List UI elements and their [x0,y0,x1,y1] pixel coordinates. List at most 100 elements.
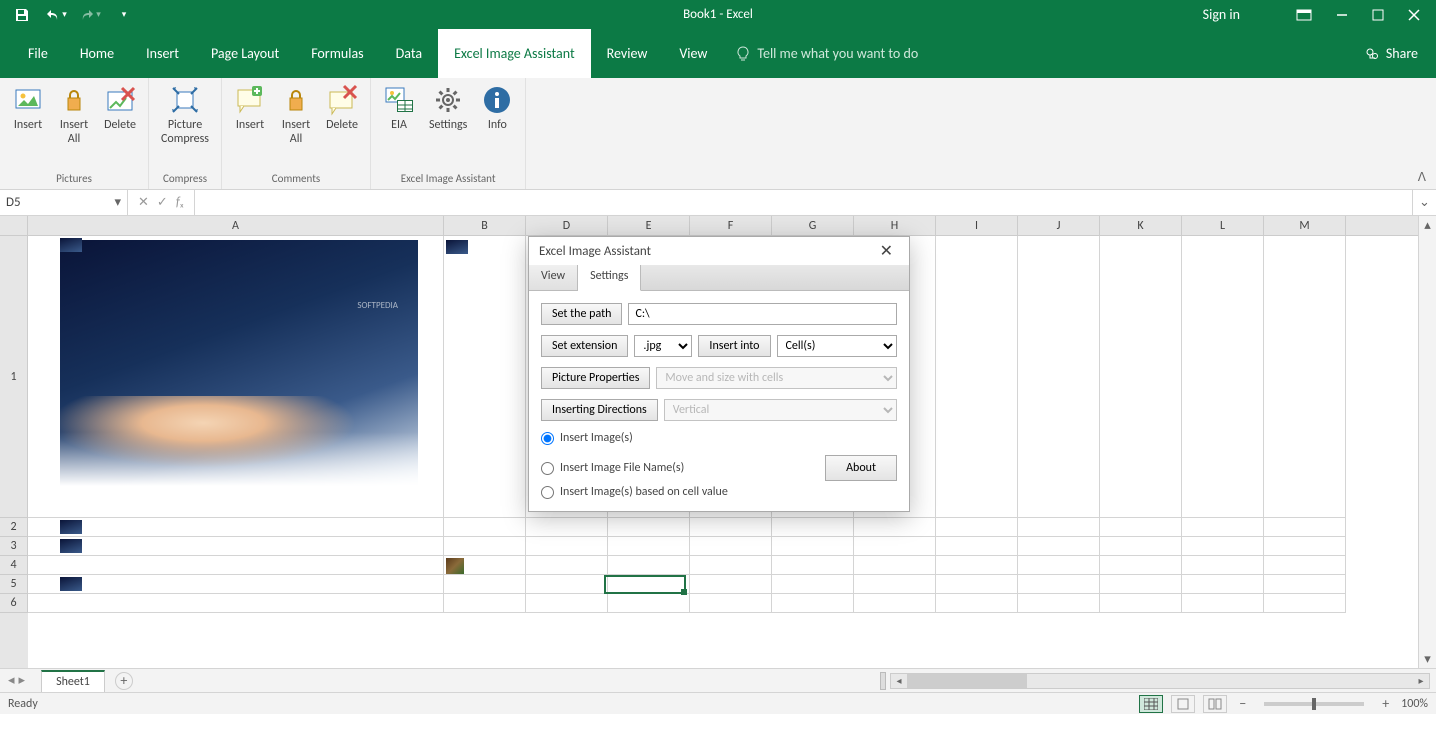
tab-scroll-split[interactable] [880,672,886,690]
cell[interactable] [28,537,444,556]
cell[interactable] [1018,537,1100,556]
vertical-scrollbar[interactable]: ▴ ▾ [1418,216,1436,668]
normal-view-button[interactable] [1139,695,1163,713]
insert-button[interactable]: Insert [6,82,50,148]
tell-me-search[interactable]: Tell me what you want to do [735,29,918,78]
collapse-ribbon-button[interactable]: ᐱ [1418,170,1426,185]
sign-in-link[interactable]: Sign in [1203,6,1240,23]
row-header-6[interactable]: 6 [0,594,28,613]
customize-qat-button[interactable]: ▾ [110,3,138,27]
row-header-5[interactable]: 5 [0,575,28,594]
insert-filenames-radio[interactable] [541,462,554,475]
name-box-dropdown-icon[interactable]: ▾ [114,195,121,210]
set-extension-button[interactable]: Set extension [541,335,628,357]
column-header-J[interactable]: J [1018,216,1100,235]
column-header-G[interactable]: G [772,216,854,235]
cell[interactable] [28,518,444,537]
cell[interactable] [1182,236,1264,518]
name-box[interactable]: D5 ▾ [0,190,128,215]
scroll-left-button[interactable]: ◂ [891,674,907,687]
embedded-image-large[interactable]: SOFTPEDIA [60,240,418,486]
eia-button[interactable]: EIA [377,82,421,134]
cell[interactable] [1018,518,1100,537]
cell[interactable] [936,537,1018,556]
tab-home[interactable]: Home [64,29,130,78]
cell[interactable] [1018,236,1100,518]
cell[interactable] [1100,537,1182,556]
cell[interactable] [444,575,526,594]
cell[interactable] [526,537,608,556]
close-button[interactable] [1408,9,1420,21]
cell[interactable] [608,556,690,575]
tab-insert[interactable]: Insert [130,29,195,78]
cell[interactable] [28,556,444,575]
undo-button[interactable]: ▾ [42,3,70,27]
cell[interactable] [444,537,526,556]
dialog-tab-settings[interactable]: Settings [578,265,641,291]
cell[interactable] [1182,594,1264,613]
cell[interactable] [1100,575,1182,594]
cell[interactable] [608,575,690,594]
cell[interactable] [608,594,690,613]
cell[interactable] [936,518,1018,537]
tab-data[interactable]: Data [380,29,438,78]
cell[interactable] [1100,236,1182,518]
cell[interactable] [690,556,772,575]
tab-excel-image-assistant[interactable]: Excel Image Assistant [438,29,591,78]
dialog-tab-view[interactable]: View [529,265,578,290]
cell[interactable] [608,537,690,556]
scroll-down-button[interactable]: ▾ [1419,650,1436,668]
embedded-thumbnail[interactable] [60,539,82,553]
zoom-level[interactable]: 100% [1401,697,1428,711]
about-button[interactable]: About [825,455,897,481]
cell[interactable] [936,594,1018,613]
settings-button[interactable]: Settings [423,82,473,134]
cell[interactable] [1018,575,1100,594]
zoom-in-button[interactable]: + [1378,695,1393,712]
select-all-button[interactable] [0,216,28,236]
cell[interactable] [444,594,526,613]
cell[interactable] [526,518,608,537]
insert-all-button[interactable]: InsertAll [274,82,318,148]
column-header-L[interactable]: L [1182,216,1264,235]
cell[interactable] [526,594,608,613]
dialog-close-button[interactable]: ✕ [874,239,899,263]
cell[interactable] [526,556,608,575]
zoom-out-button[interactable]: − [1235,695,1250,712]
cell[interactable] [936,575,1018,594]
column-header-A[interactable]: A [28,216,444,235]
enter-formula-button[interactable]: ✓ [157,195,168,210]
set-path-button[interactable]: Set the path [541,303,622,325]
row-header-3[interactable]: 3 [0,537,28,556]
column-header-H[interactable]: H [854,216,936,235]
cell[interactable] [1100,556,1182,575]
horizontal-scroll-thumb[interactable] [907,674,1027,688]
embedded-thumbnail[interactable] [446,558,464,574]
tab-formulas[interactable]: Formulas [295,29,379,78]
cell[interactable] [28,575,444,594]
minimize-button[interactable] [1336,9,1348,21]
tab-view[interactable]: View [663,29,723,78]
column-header-K[interactable]: K [1100,216,1182,235]
cell[interactable] [936,236,1018,518]
cell[interactable] [444,518,526,537]
cell[interactable] [444,236,526,518]
column-header-B[interactable]: B [444,216,526,235]
horizontal-scrollbar[interactable]: ◂ ▸ [890,673,1430,689]
cell[interactable] [1264,518,1346,537]
insert-into-select[interactable]: Cell(s) [777,335,897,357]
tab-file[interactable]: File [12,29,64,78]
new-sheet-button[interactable]: + [115,672,133,690]
sheet-tab-sheet1[interactable]: Sheet1 [41,670,105,692]
page-break-view-button[interactable] [1203,695,1227,713]
cell[interactable] [854,594,936,613]
cell[interactable] [1018,556,1100,575]
formula-input[interactable] [195,190,1412,215]
embedded-thumbnail[interactable] [446,240,468,254]
expand-formula-bar-button[interactable]: ⌄ [1412,190,1436,215]
cell[interactable] [690,594,772,613]
cell[interactable] [28,594,444,613]
cell[interactable] [936,556,1018,575]
insert-based-on-cell-radio[interactable] [541,486,554,499]
cell[interactable] [1182,575,1264,594]
